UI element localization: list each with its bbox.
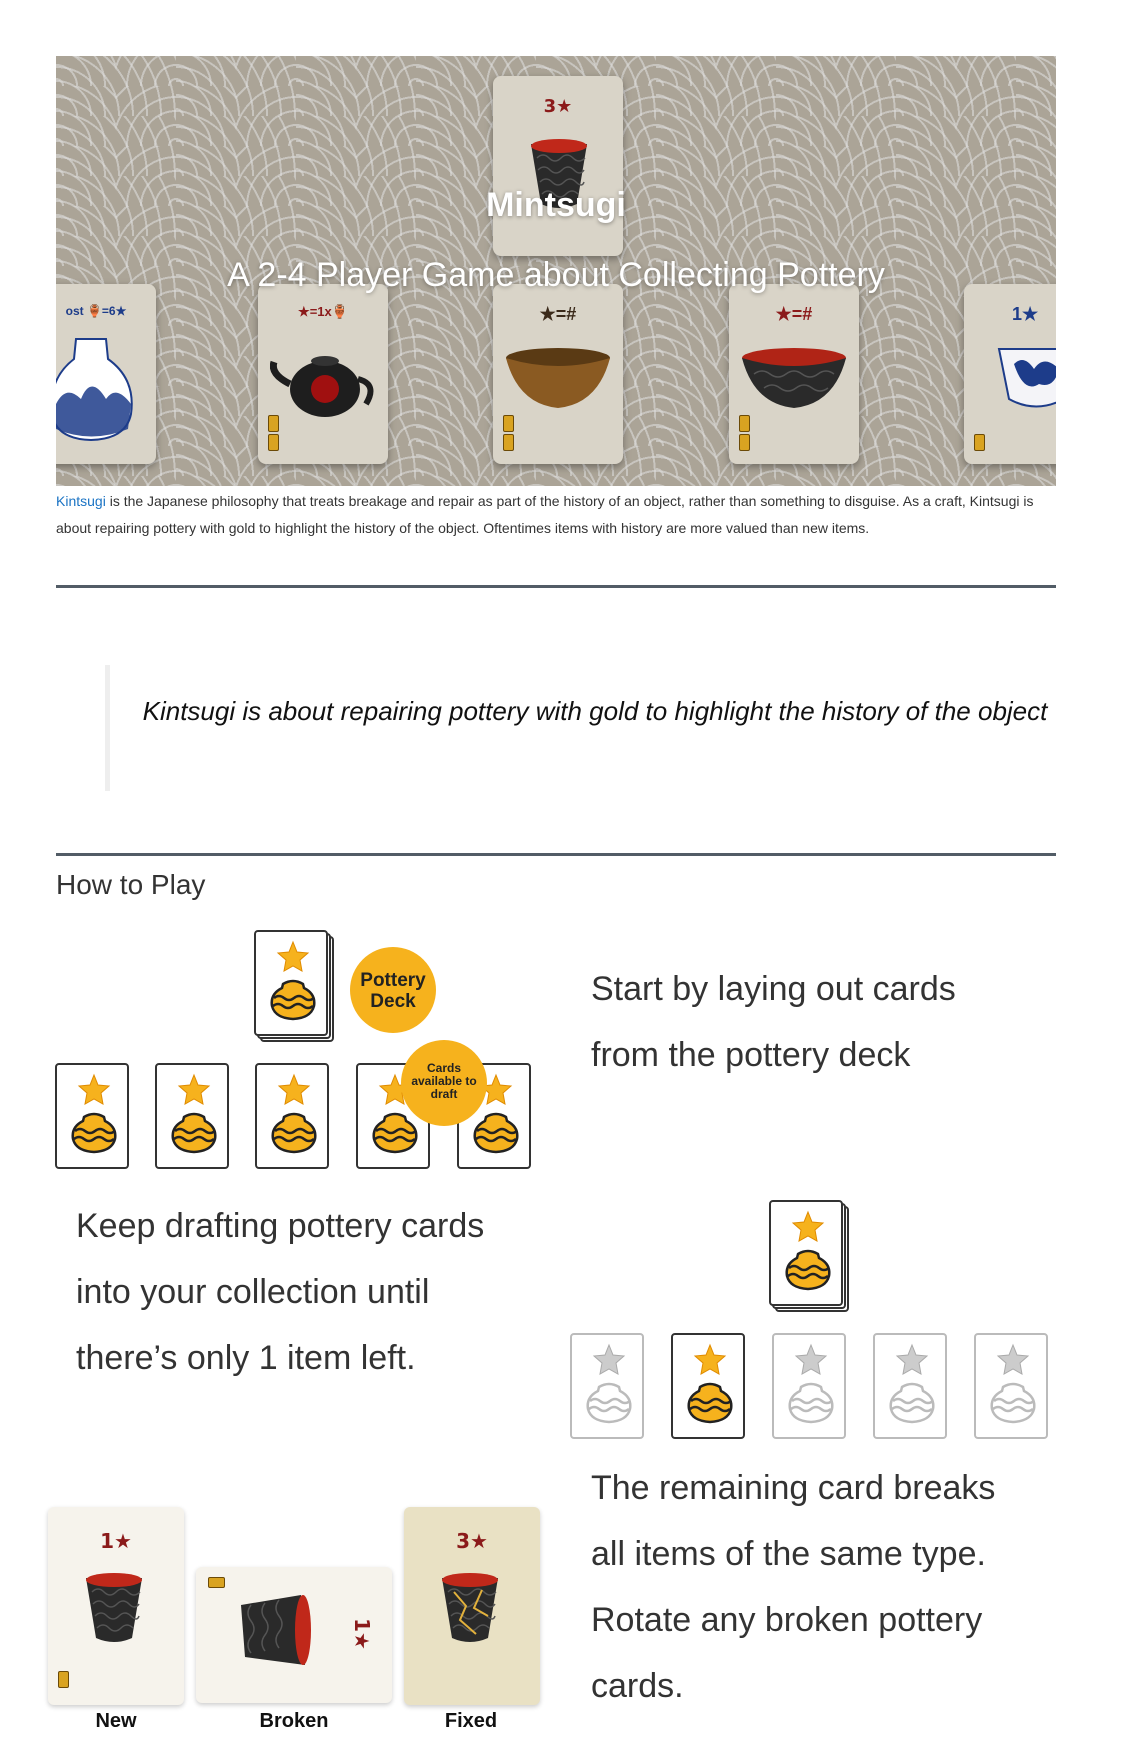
hero-card-label: ★=# bbox=[539, 304, 577, 324]
step1-text: Start by laying out cards from the potte… bbox=[591, 956, 956, 1088]
step-line: from the pottery deck bbox=[591, 1036, 911, 1074]
gold-token-icon bbox=[208, 1577, 225, 1588]
hero-card-label: ost 🏺=6★ bbox=[65, 304, 127, 318]
hero-card-label: ★=# bbox=[775, 304, 813, 324]
pottery-icon bbox=[990, 1343, 1036, 1424]
badge-line: Pottery bbox=[360, 970, 426, 991]
drafted-card-slot bbox=[772, 1333, 846, 1439]
step-line: cards. bbox=[591, 1667, 684, 1705]
gold-token-icon bbox=[268, 434, 279, 451]
drafted-card-slot bbox=[974, 1333, 1048, 1439]
pottery-icon bbox=[270, 940, 316, 1021]
hero-card-vase: ost 🏺=6★ bbox=[56, 284, 156, 464]
gold-token-icon bbox=[503, 434, 514, 451]
label-broken: Broken bbox=[259, 1710, 329, 1732]
pottery-icon bbox=[171, 1073, 217, 1154]
pottery-icon bbox=[785, 1210, 831, 1291]
card-cost: 3★ bbox=[456, 1529, 488, 1553]
draft-card[interactable] bbox=[155, 1063, 229, 1169]
card-cost: 1★ bbox=[100, 1529, 132, 1553]
step-line: all items of the same type. bbox=[591, 1535, 986, 1573]
collection-card bbox=[769, 1200, 843, 1306]
blue-cup-icon bbox=[997, 348, 1056, 408]
bowl-icon bbox=[742, 348, 846, 408]
badge-line: Deck bbox=[370, 991, 416, 1012]
card-cost: 3★ bbox=[543, 96, 573, 117]
hero-card-teapot: ★=1x🏺 bbox=[258, 284, 388, 464]
card-broken: 1★ bbox=[196, 1567, 392, 1703]
card-cost: 1★ bbox=[349, 1618, 374, 1650]
pottery-deck-badge: Pottery Deck bbox=[350, 947, 436, 1033]
card-new: 1★ bbox=[48, 1507, 184, 1705]
blockquote: Kintsugi is about repairing pottery with… bbox=[105, 665, 1080, 791]
draft-card[interactable] bbox=[255, 1063, 329, 1169]
pottery-icon bbox=[586, 1343, 632, 1424]
hero-card-featured: 3★ bbox=[493, 76, 623, 256]
divider bbox=[56, 853, 1056, 856]
draft-card[interactable] bbox=[55, 1063, 129, 1169]
card-fixed: 3★ bbox=[404, 1507, 540, 1705]
gold-token-icon bbox=[58, 1671, 69, 1688]
hero-card-blue-cup: 1★ bbox=[964, 284, 1056, 464]
step-line: Start by laying out cards bbox=[591, 970, 956, 1008]
divider bbox=[56, 585, 1056, 588]
drafted-card-slot bbox=[570, 1333, 644, 1439]
kintsugi-link[interactable]: Kintsugi bbox=[56, 493, 106, 509]
step-line: Keep drafting pottery cards bbox=[76, 1207, 485, 1245]
step-line: there’s only 1 item left. bbox=[76, 1339, 416, 1377]
quote-text: Kintsugi is about repairing pottery with… bbox=[142, 696, 1048, 726]
pottery-icon bbox=[889, 1343, 935, 1424]
step3-text: The remaining card breaks all items of t… bbox=[591, 1455, 995, 1719]
draft-badge: Cards available to draft bbox=[401, 1040, 487, 1126]
repaired-cup-icon bbox=[441, 1572, 499, 1643]
hero-card-label: 1★ bbox=[1012, 304, 1039, 324]
hero-card-wood-bowl: ★=# bbox=[493, 284, 623, 464]
pottery-icon bbox=[788, 1343, 834, 1424]
broken-cup-icon bbox=[241, 1595, 311, 1665]
label-fixed: Fixed bbox=[444, 1710, 498, 1732]
hero-subtitle: A 2-4 Player Game about Collecting Potte… bbox=[227, 256, 885, 294]
pottery-icon bbox=[271, 1073, 317, 1154]
step2-text: Keep drafting pottery cards into your co… bbox=[76, 1193, 484, 1391]
bowl-icon bbox=[506, 348, 610, 408]
black-cup-icon bbox=[85, 1572, 143, 1643]
step-line: Rotate any broken pottery bbox=[591, 1601, 983, 1639]
gold-token-icon bbox=[974, 434, 985, 451]
hero-title: Mintsugi bbox=[486, 186, 626, 224]
step-line: into your collection until bbox=[76, 1273, 430, 1311]
hero-card-label: ★=1x🏺 bbox=[298, 304, 348, 319]
hero-card-black-bowl: ★=# bbox=[729, 284, 859, 464]
intro-text: is the Japanese philosophy that treats b… bbox=[56, 493, 1034, 536]
teapot-icon bbox=[270, 356, 374, 417]
pottery-icon bbox=[687, 1343, 733, 1424]
gold-token-icon bbox=[268, 415, 279, 432]
gold-token-icon bbox=[503, 415, 514, 432]
pottery-icon bbox=[71, 1073, 117, 1154]
label-new: New bbox=[95, 1710, 137, 1732]
pottery-deck-card bbox=[254, 930, 328, 1036]
gold-token-icon bbox=[739, 434, 750, 451]
remaining-card[interactable] bbox=[671, 1333, 745, 1439]
drafted-card-slot bbox=[873, 1333, 947, 1439]
how-to-play-heading: How to Play bbox=[56, 869, 206, 900]
blue-vase-icon bbox=[56, 338, 133, 442]
hero-banner: ost 🏺=6★ ★=1x🏺 3★ ★=# ★=# 1★ Mintsugi A … bbox=[56, 56, 1056, 486]
badge-line: draft bbox=[430, 1087, 458, 1101]
step-line: The remaining card breaks bbox=[591, 1469, 996, 1507]
intro-paragraph: Kintsugi is the Japanese philosophy that… bbox=[56, 488, 1056, 542]
gold-token-icon bbox=[739, 415, 750, 432]
